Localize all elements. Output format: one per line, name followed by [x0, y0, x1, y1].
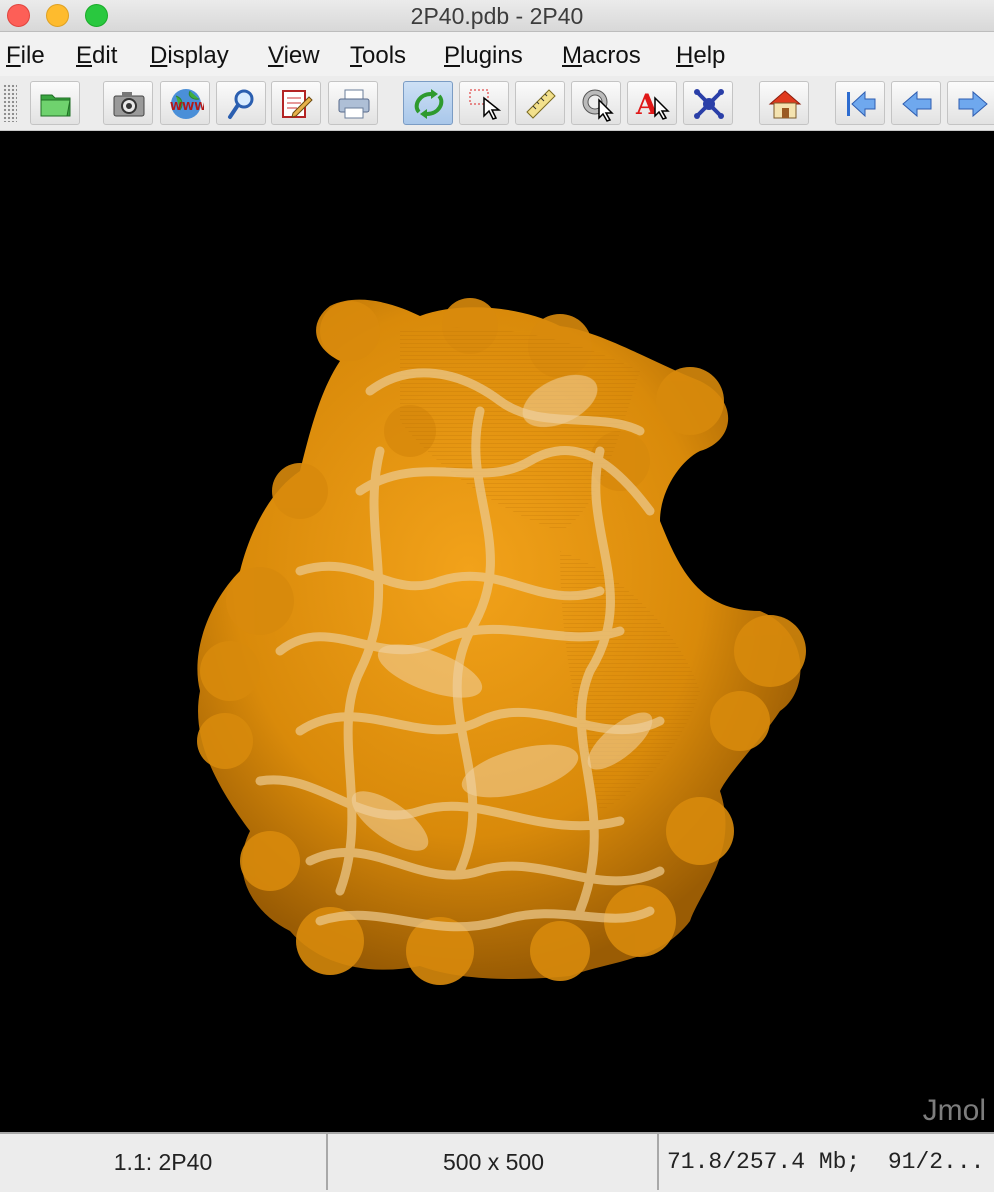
previous-frame-button[interactable] — [891, 81, 941, 125]
menu-file[interactable]: File — [6, 42, 45, 70]
web-export-button[interactable]: WWW — [160, 81, 210, 125]
title-bar: 2P40.pdb - 2P40 — [0, 0, 994, 32]
menu-view[interactable]: View — [268, 42, 320, 70]
molecule-viewer[interactable]: Jmol — [0, 131, 994, 1132]
text-a-cursor-icon: A — [635, 88, 670, 121]
www-globe-icon: WWW — [170, 89, 204, 119]
camera-icon — [113, 92, 145, 117]
rotate-arrow-icon — [414, 89, 444, 119]
magnifier-icon — [228, 89, 254, 119]
measure-button[interactable] — [515, 81, 565, 125]
home-button[interactable] — [759, 81, 809, 125]
next-frame-button[interactable] — [947, 81, 994, 125]
protein-surface-render — [197, 298, 806, 985]
toolbar: WWW A — [0, 76, 994, 131]
pick-select-button[interactable] — [459, 81, 509, 125]
menu-edit[interactable]: Edit — [76, 42, 117, 70]
menu-bar: File Edit Display View Tools Plugins Mac… — [0, 32, 994, 76]
svg-text:WWW: WWW — [170, 100, 204, 113]
label-button[interactable]: A — [627, 81, 677, 125]
print-button[interactable] — [328, 81, 378, 125]
open-file-button[interactable] — [30, 81, 80, 125]
status-memory: 71.8/257.4 Mb; 91/2... — [667, 1149, 985, 1175]
selection-cursor-icon — [469, 89, 502, 120]
ruler-icon — [526, 89, 556, 119]
toolbar-grip[interactable] — [3, 84, 17, 122]
rotate-button[interactable] — [403, 81, 453, 125]
status-model: 1.1: 2P40 — [0, 1134, 328, 1190]
first-frame-button[interactable] — [835, 81, 885, 125]
status-size: 500 x 500 — [330, 1134, 659, 1190]
spin-pick-button[interactable] — [571, 81, 621, 125]
model-kit-button[interactable] — [683, 81, 733, 125]
printer-icon — [338, 89, 370, 119]
folder-icon — [40, 94, 71, 117]
jmol-watermark: Jmol — [922, 1094, 986, 1127]
menu-plugins[interactable]: Plugins — [444, 42, 523, 70]
arrow-first-icon — [847, 90, 876, 118]
screenshot-button[interactable] — [103, 81, 153, 125]
arrow-right-icon — [958, 90, 988, 118]
notepad-pencil-icon — [282, 90, 313, 118]
menu-help[interactable]: Help — [676, 42, 725, 70]
arrow-left-icon — [902, 90, 932, 118]
menu-tools[interactable]: Tools — [350, 42, 406, 70]
menu-macros[interactable]: Macros — [562, 42, 641, 70]
molecule-icon — [694, 89, 724, 119]
script-editor-button[interactable] — [216, 81, 266, 125]
target-cursor-icon — [582, 89, 614, 122]
menu-display[interactable]: Display — [150, 42, 229, 70]
window-title: 2P40.pdb - 2P40 — [410, 3, 584, 29]
house-icon — [768, 90, 802, 119]
edit-button[interactable] — [271, 81, 321, 125]
status-bar: 1.1: 2P40 500 x 500 71.8/257.4 Mb; 91/2.… — [0, 1132, 994, 1192]
